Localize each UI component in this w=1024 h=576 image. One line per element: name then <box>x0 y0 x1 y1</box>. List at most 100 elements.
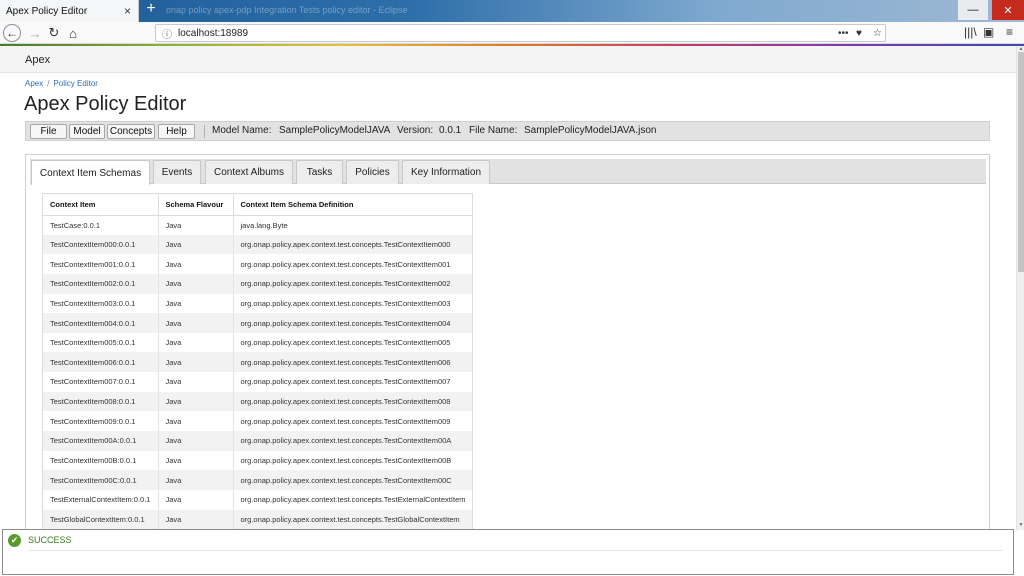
cell-schema-flavour: Java <box>158 215 234 235</box>
model-name-value: SamplePolicyModelJAVA <box>279 125 391 136</box>
table-row[interactable]: TestExternalContextItem:0.0.1 Java org.ona… <box>43 489 472 510</box>
toolbar-divider <box>204 125 205 138</box>
app-header: Apex <box>0 46 1016 73</box>
cell-schema-definition: org.onap.policy.apex.context.test.concep… <box>233 313 472 333</box>
table-row[interactable]: TestContextItem009:0.0.1 Java org.onap.pol… <box>43 411 472 432</box>
hamburger-menu-icon[interactable]: ≡ <box>1006 25 1013 39</box>
cell-context-item: TestContextItem003:0.0.1 <box>43 293 159 314</box>
context-schemas-table: Context Item Schema Flavour Context Item… <box>43 194 472 530</box>
breadcrumb-separator: / <box>47 79 50 88</box>
cell-context-item: TestContextItem007:0.0.1 <box>43 372 159 392</box>
back-arrow-icon[interactable]: ← <box>3 24 21 42</box>
table-row[interactable]: TestContextItem00A:0.0.1 Java org.onap.pol… <box>43 431 472 451</box>
tab-close-icon[interactable]: × <box>124 4 131 18</box>
table-row[interactable]: TestContextItem006:0.0.1 Java org.onap.pol… <box>43 352 472 373</box>
table-row[interactable]: TestContextItem007:0.0.1 Java org.onap.pol… <box>43 372 472 392</box>
tab-key-information[interactable]: Key Information <box>402 160 490 184</box>
cell-schema-definition: org.onap.policy.apex.context.test.concep… <box>233 372 472 392</box>
minimize-icon[interactable]: — <box>958 0 988 20</box>
bookmark-star-icon[interactable]: ☆ <box>873 25 882 41</box>
cell-context-item: TestContextItem006:0.0.1 <box>43 352 159 373</box>
table-row[interactable]: TestContextItem000:0.0.1 Java org.onap.pol… <box>43 234 472 255</box>
editor-toolbar: File Model Concepts Help Model Name: Sam… <box>25 121 990 141</box>
tab-tasks[interactable]: Tasks <box>296 160 343 184</box>
address-bar[interactable]: ⓘ localhost:18989 ••• ♥ ☆ <box>155 24 886 42</box>
background-window-title: onap policy apex-pdp Integration Tests p… <box>166 5 408 15</box>
model-menu-button[interactable]: Model <box>69 124 105 139</box>
breadcrumb-current[interactable]: Policy Editor <box>53 79 97 88</box>
cell-schema-flavour: Java <box>158 489 234 510</box>
pocket-icon[interactable]: ♥ <box>856 25 862 41</box>
table-row[interactable]: TestContextItem002:0.0.1 Java org.onap.pol… <box>43 273 472 294</box>
tab-context-item-schemas[interactable]: Context Item Schemas <box>31 160 150 185</box>
cell-schema-flavour: Java <box>158 411 234 432</box>
forward-arrow-icon[interactable]: → <box>26 24 44 42</box>
table-row[interactable]: TestContextItem008:0.0.1 Java org.onap.pol… <box>43 391 472 412</box>
library-icon[interactable]: |||\ <box>964 25 977 39</box>
cell-schema-definition: org.onap.policy.apex.context.test.concep… <box>233 273 472 294</box>
scrollbar-thumb[interactable] <box>1018 52 1024 272</box>
url-text[interactable]: localhost:18989 <box>178 28 248 39</box>
version-value: 0.0.1 <box>439 125 462 136</box>
column-header-schema-flavour[interactable]: Schema Flavour <box>158 194 234 216</box>
status-divider <box>28 550 1003 551</box>
home-icon[interactable]: ⌂ <box>64 24 82 42</box>
app-brand[interactable]: Apex <box>25 54 50 66</box>
cell-schema-flavour: Java <box>158 293 234 314</box>
concepts-menu-button[interactable]: Concepts <box>107 124 155 139</box>
table-row[interactable]: TestContextItem00B:0.0.1 Java org.onap.pol… <box>43 450 472 471</box>
cell-context-item: TestContextItem00C:0.0.1 <box>43 470 159 490</box>
tab-strip: Context Item Schemas Events Context Albu… <box>30 159 986 185</box>
cell-context-item: TestExternalContextItem:0.0.1 <box>43 489 159 510</box>
cell-context-item: TestContextItem001:0.0.1 <box>43 254 159 274</box>
cell-schema-flavour: Java <box>158 450 234 471</box>
table-row[interactable]: TestContextItem005:0.0.1 Java org.onap.pol… <box>43 332 472 353</box>
cell-schema-flavour: Java <box>158 431 234 451</box>
page-title: Apex Policy Editor <box>24 93 187 115</box>
cell-schema-definition: org.onap.policy.apex.context.test.concep… <box>233 489 472 510</box>
cell-schema-definition: org.onap.policy.apex.context.test.concep… <box>233 450 472 471</box>
cell-context-item: TestContextItem00A:0.0.1 <box>43 431 159 451</box>
success-check-icon: ✔ <box>8 534 21 547</box>
sidebar-icon[interactable]: ▣ <box>983 25 994 39</box>
cell-context-item: TestContextItem002:0.0.1 <box>43 273 159 294</box>
status-panel: ✔ SUCCESS <box>2 529 1014 575</box>
table-body: TestCase:0.0.1 Java java.lang.Byte TestCont… <box>43 215 472 530</box>
cell-context-item: TestCase:0.0.1 <box>43 215 159 235</box>
column-header-context-item[interactable]: Context Item <box>43 194 159 216</box>
table-row[interactable]: TestContextItem001:0.0.1 Java org.onap.pol… <box>43 254 472 274</box>
cell-schema-flavour: Java <box>158 332 234 353</box>
scroll-down-icon[interactable]: ▼ <box>1018 522 1024 528</box>
column-header-schema-definition[interactable]: Context Item Schema Definition <box>233 194 472 216</box>
cell-schema-definition: org.onap.policy.apex.context.test.concep… <box>233 431 472 451</box>
page-actions-icon[interactable]: ••• <box>838 25 849 41</box>
table-row[interactable]: TestContextItem004:0.0.1 Java org.onap.pol… <box>43 313 472 333</box>
new-tab-icon[interactable]: + <box>143 1 159 18</box>
tab-policies[interactable]: Policies <box>346 160 399 184</box>
cell-context-item: TestGlobalContextItem:0.0.1 <box>43 509 159 530</box>
table-row[interactable]: TestContextItem003:0.0.1 Java org.onap.pol… <box>43 293 472 314</box>
close-window-icon[interactable]: ✕ <box>992 0 1024 20</box>
cell-context-item: TestContextItem00B:0.0.1 <box>43 450 159 471</box>
tab-events[interactable]: Events <box>153 160 201 184</box>
table-row[interactable]: TestGlobalContextItem:0.0.1 Java org.onap.… <box>43 509 472 530</box>
cell-schema-flavour: Java <box>158 470 234 490</box>
cell-schema-flavour: Java <box>158 234 234 255</box>
cell-schema-definition: org.onap.policy.apex.context.test.concep… <box>233 352 472 373</box>
breadcrumb: Apex / Policy Editor <box>25 79 98 88</box>
file-menu-button[interactable]: File <box>30 124 67 139</box>
tab-context-albums[interactable]: Context Albums <box>205 160 293 184</box>
cell-schema-flavour: Java <box>158 273 234 294</box>
file-name-value: SamplePolicyModelJAVA.json <box>524 125 657 136</box>
cell-schema-definition: org.onap.policy.apex.context.test.concep… <box>233 411 472 432</box>
table-row[interactable]: TestCase:0.0.1 Java java.lang.Byte <box>43 215 472 235</box>
browser-tab[interactable]: Apex Policy Editor × <box>0 0 139 22</box>
reload-icon[interactable]: ↻ <box>45 24 63 42</box>
help-menu-button[interactable]: Help <box>158 124 195 139</box>
page-scrollbar[interactable]: ▲ ▼ <box>1016 46 1024 530</box>
breadcrumb-root[interactable]: Apex <box>25 79 43 88</box>
status-message: SUCCESS <box>28 535 72 545</box>
info-icon[interactable]: ⓘ <box>162 26 172 41</box>
cell-schema-flavour: Java <box>158 352 234 373</box>
table-row[interactable]: TestContextItem00C:0.0.1 Java org.onap.pol… <box>43 470 472 490</box>
